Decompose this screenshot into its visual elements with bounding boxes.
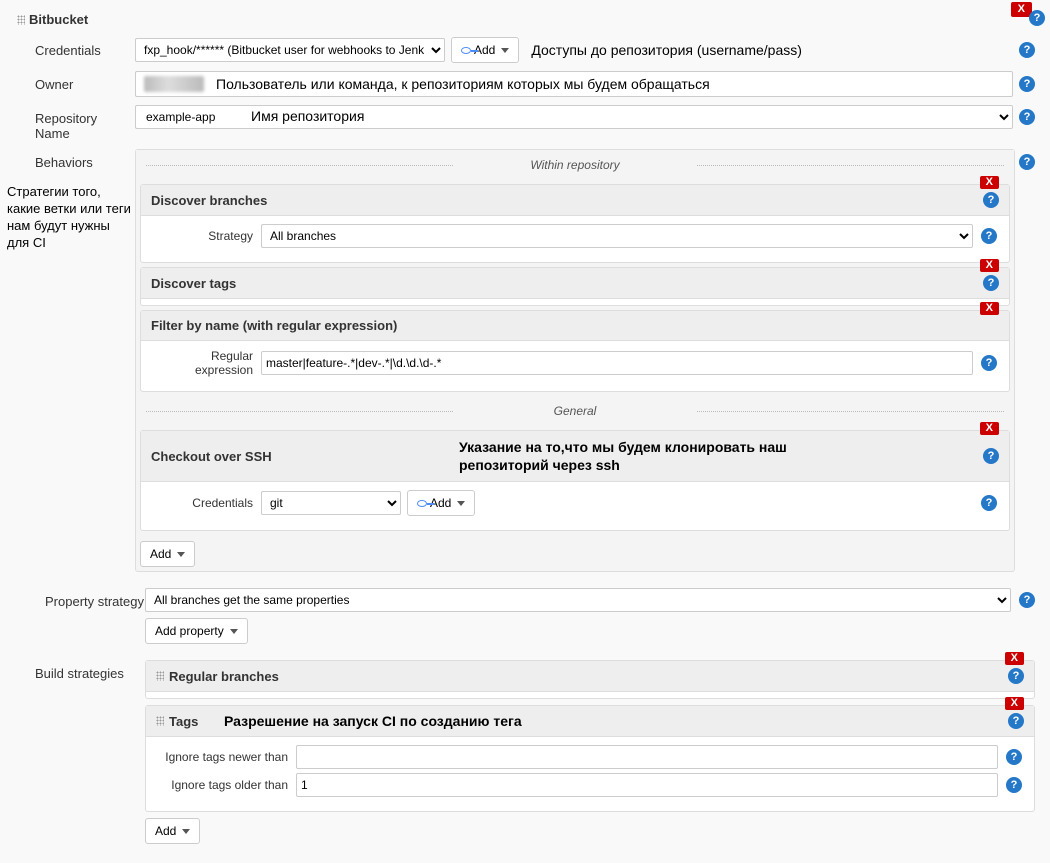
owner-annotation: Пользователь или команда, к репозиториям… [216, 76, 710, 92]
ssh-cred-label: Credentials [153, 496, 253, 510]
ignore-newer-label: Ignore tags newer than [158, 750, 288, 764]
close-x-label: X [1018, 3, 1025, 15]
chevron-down-icon [182, 829, 190, 834]
behaviors-add-button[interactable]: Add [140, 541, 195, 567]
card-filter-regex: X Filter by name (with regular expressio… [140, 310, 1010, 392]
behaviors-panel: Within repository X Discover branches ? … [135, 149, 1015, 572]
help-icon[interactable]: ? [983, 275, 999, 291]
repo-name-select[interactable]: example-app [135, 105, 1013, 129]
repo-name-label: Repository Name [5, 105, 135, 141]
help-icon[interactable]: ? [1019, 42, 1035, 58]
card-discover-branches: X Discover branches ? Strategy All branc… [140, 184, 1010, 263]
add-property-button[interactable]: Add property [145, 618, 248, 644]
add-button-label: Add [150, 547, 171, 561]
strategy-select[interactable]: All branches [261, 224, 973, 248]
card-close-button[interactable]: X [980, 422, 999, 435]
ssh-cred-select[interactable]: git [261, 491, 401, 515]
regex-label: Regular expression [153, 349, 253, 377]
behaviors-label: Behaviors [35, 155, 135, 170]
help-icon[interactable]: ? [1019, 76, 1035, 92]
card-title: Checkout over SSH [151, 449, 272, 464]
help-icon[interactable]: ? [981, 355, 997, 371]
card-title: Tags [169, 714, 198, 729]
card-discover-tags: X Discover tags ? [140, 267, 1010, 306]
key-icon [417, 500, 427, 507]
tags-annotation: Разрешение на запуск CI по созданию тега [224, 713, 522, 729]
ignore-older-input[interactable] [296, 773, 998, 797]
card-title: Regular branches [169, 669, 279, 684]
card-close-button[interactable]: X [1005, 697, 1024, 710]
card-title: Discover tags [151, 276, 236, 291]
section-title: Bitbucket [5, 8, 1035, 37]
build-strategies-add-button[interactable]: Add [145, 818, 200, 844]
card-tags: X Tags Разрешение на запуск CI по создан… [145, 705, 1035, 812]
behaviors-annotation: Стратегии того, какие ветки или теги нам… [7, 180, 135, 252]
help-icon[interactable]: ? [1019, 592, 1035, 608]
drag-grip-icon[interactable] [17, 15, 25, 25]
key-icon [461, 47, 471, 54]
chevron-down-icon [457, 501, 465, 506]
card-close-button[interactable]: X [980, 176, 999, 189]
credentials-label: Credentials [5, 37, 135, 58]
chevron-down-icon [177, 552, 185, 557]
add-property-label: Add property [155, 624, 224, 638]
help-icon[interactable]: ? [981, 495, 997, 511]
owner-label: Owner [5, 71, 135, 92]
strategy-label: Strategy [153, 229, 253, 243]
build-strategies-label: Build strategies [5, 660, 145, 681]
help-icon[interactable]: ? [981, 228, 997, 244]
drag-grip-icon[interactable] [156, 671, 164, 681]
help-icon[interactable]: ? [1019, 154, 1035, 170]
card-checkout-ssh: X Checkout over SSH Указание на то,что м… [140, 430, 1010, 531]
help-icon[interactable]: ? [1006, 777, 1022, 793]
credentials-add-button[interactable]: Add [451, 37, 519, 63]
section-title-text: Bitbucket [29, 12, 88, 27]
property-strategy-select[interactable]: All branches get the same properties [145, 588, 1011, 612]
card-close-button[interactable]: X [980, 259, 999, 272]
card-close-button[interactable]: X [1005, 652, 1024, 665]
card-title: Filter by name (with regular expression) [151, 318, 397, 333]
help-icon[interactable]: ? [1006, 749, 1022, 765]
ssh-cred-add-button[interactable]: Add [407, 490, 475, 516]
ignore-older-label: Ignore tags older than [158, 778, 288, 792]
help-icon[interactable]: ? [983, 448, 999, 464]
help-icon[interactable]: ? [1029, 10, 1045, 26]
add-button-label: Add [155, 824, 176, 838]
help-icon[interactable]: ? [983, 192, 999, 208]
chevron-down-icon [501, 48, 509, 53]
card-title: Discover branches [151, 193, 267, 208]
owner-value-redacted [144, 76, 204, 92]
card-close-button[interactable]: X [980, 302, 999, 315]
help-icon[interactable]: ? [1008, 668, 1024, 684]
ssh-annotation: Указание на то,что мы будем клонировать … [459, 438, 819, 474]
regex-input[interactable] [261, 351, 973, 375]
property-strategy-label: Property strategy [5, 588, 145, 609]
separator-general: General [136, 396, 1014, 426]
chevron-down-icon [230, 629, 238, 634]
separator-within-repo: Within repository [136, 150, 1014, 180]
card-regular-branches: X Regular branches ? [145, 660, 1035, 699]
help-icon[interactable]: ? [1019, 109, 1035, 125]
credentials-annotation: Доступы до репозитория (username/pass) [531, 42, 802, 58]
drag-grip-icon[interactable] [156, 716, 164, 726]
help-icon[interactable]: ? [1008, 713, 1024, 729]
ignore-newer-input[interactable] [296, 745, 998, 769]
credentials-select[interactable]: fxp_hook/****** (Bitbucket user for webh… [135, 38, 445, 62]
